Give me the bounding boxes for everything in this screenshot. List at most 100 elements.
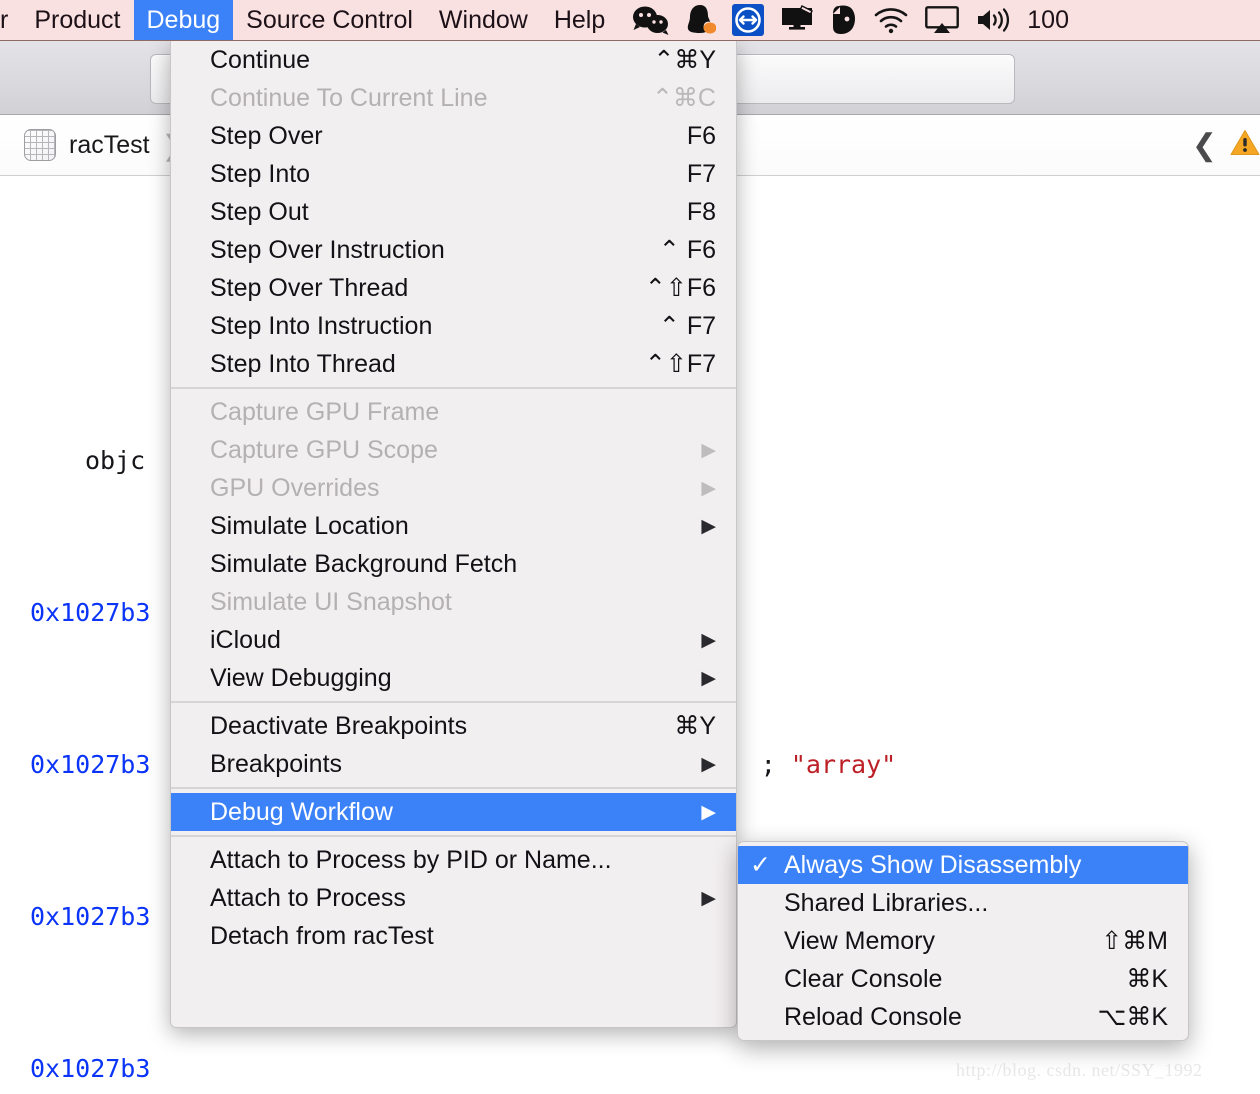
menu-item-label: Clear Console: [784, 964, 943, 993]
menu-separator: [171, 701, 736, 703]
menu-separator: [171, 835, 736, 837]
code-address: 0x1027b3: [30, 598, 151, 627]
macos-menu-bar[interactable]: r Product Debug Source Control Window He…: [0, 0, 1260, 41]
menu-item-shortcut: ⌃ F7: [658, 312, 716, 340]
menu-item-label: iCloud: [210, 625, 281, 654]
evernote-icon[interactable]: [830, 0, 857, 40]
warning-triangle-icon[interactable]: [1230, 129, 1260, 161]
qq-icon[interactable]: [686, 0, 717, 40]
menu-item-view-debugging[interactable]: View Debugging ▶: [171, 659, 736, 697]
menu-item-shortcut: F6: [686, 121, 716, 150]
menu-item-label: GPU Overrides: [210, 473, 380, 502]
submenu-item-clear-console[interactable]: Clear Console ⌘K: [738, 960, 1188, 998]
menu-item-shortcut: ⌘K: [1126, 965, 1168, 993]
menu-item-label: Attach to Process by PID or Name...: [210, 845, 612, 874]
menu-separator: [171, 387, 736, 389]
volume-icon[interactable]: [975, 0, 1013, 40]
chevron-right-icon: ▶: [701, 753, 716, 775]
menu-item-icloud[interactable]: iCloud ▶: [171, 621, 736, 659]
menu-item-label: Always Show Disassembly: [784, 850, 1082, 879]
menu-item-simulate-background-fetch[interactable]: Simulate Background Fetch: [171, 545, 736, 583]
menu-item-simulate-ui-snapshot: Simulate UI Snapshot: [171, 583, 736, 621]
menu-item-step-into[interactable]: Step Into F7: [171, 155, 736, 193]
code-comment: ;: [760, 750, 791, 779]
menu-item-label: Deactivate Breakpoints: [210, 711, 468, 740]
battery-percent-label[interactable]: 100: [1027, 6, 1069, 35]
menu-item-label: Simulate Location: [210, 511, 409, 540]
menu-item-label: View Memory: [784, 926, 935, 955]
menu-item-deactivate-breakpoints[interactable]: Deactivate Breakpoints ⌘Y: [171, 707, 736, 745]
menu-item-label: Reload Console: [784, 1002, 962, 1031]
menu-item-attach-to-process[interactable]: Attach to Process ▶: [171, 879, 736, 917]
teamviewer-icon[interactable]: [732, 0, 765, 40]
debug-workflow-submenu[interactable]: ✓ Always Show Disassembly Shared Librari…: [737, 841, 1189, 1041]
menu-item-label: Capture GPU Scope: [210, 435, 438, 464]
menu-item-gpu-overrides: GPU Overrides ▶: [171, 469, 736, 507]
menu-item-shortcut: F7: [686, 159, 716, 188]
menu-bar-item-debug[interactable]: Debug: [133, 0, 234, 40]
submenu-item-view-memory[interactable]: View Memory ⇧⌘M: [738, 922, 1188, 960]
menu-bar-item-help[interactable]: Help: [541, 0, 618, 40]
menu-item-detach-from-process[interactable]: Detach from racTest: [171, 917, 736, 955]
menu-item-label: Shared Libraries...: [784, 888, 989, 917]
menu-item-label: View Debugging: [210, 663, 392, 692]
menu-item-label: Capture GPU Frame: [210, 397, 440, 426]
menu-item-step-into-thread[interactable]: Step Into Thread ⌃⇧F7: [171, 345, 736, 383]
menu-item-shortcut: ⌃ F6: [658, 236, 716, 264]
menu-item-debug-workflow[interactable]: Debug Workflow ▶: [171, 793, 736, 831]
debug-menu-dropdown[interactable]: Continue ⌃⌘Y Continue To Current Line ⌃⌘…: [170, 41, 737, 1028]
menu-item-attach-to-process-by-pid[interactable]: Attach to Process by PID or Name...: [171, 841, 736, 879]
submenu-item-reload-console[interactable]: Reload Console ⌥⌘K: [738, 998, 1188, 1036]
menu-item-simulate-location[interactable]: Simulate Location ▶: [171, 507, 736, 545]
wechat-icon[interactable]: [632, 0, 670, 40]
project-grid-icon: [24, 129, 56, 161]
submenu-item-always-show-disassembly[interactable]: ✓ Always Show Disassembly: [738, 846, 1188, 884]
code-address: 0x1027b3: [30, 902, 151, 931]
menu-item-step-over[interactable]: Step Over F6: [171, 117, 736, 155]
menu-item-shortcut: F8: [686, 197, 716, 226]
menu-bar-item-truncated[interactable]: r: [0, 0, 21, 40]
menu-item-continue[interactable]: Continue ⌃⌘Y: [171, 41, 736, 79]
menu-item-label: Step Into: [210, 159, 311, 188]
menu-item-shortcut: ⌃⇧F6: [644, 274, 716, 302]
menu-item-label: Step Over Instruction: [210, 235, 445, 264]
checkmark-icon: ✓: [750, 851, 771, 879]
menu-item-shortcut: ⌃⌘C: [651, 84, 716, 112]
screen-capture-icon[interactable]: [780, 0, 814, 40]
menu-item-step-out[interactable]: Step Out F8: [171, 193, 736, 231]
code-string: "array": [790, 750, 897, 779]
chevron-right-icon: ▶: [701, 801, 716, 823]
menu-item-shortcut: ⌥⌘K: [1097, 1003, 1168, 1031]
chevron-right-icon: ▶: [701, 515, 716, 537]
menu-item-label: Step Over Thread: [210, 273, 409, 302]
chevron-right-icon: ▶: [701, 629, 716, 651]
chevron-right-icon: ▶: [701, 667, 716, 689]
wifi-icon[interactable]: [873, 0, 909, 40]
menu-item-label: Step Into Instruction: [210, 311, 433, 340]
menu-item-step-over-instruction[interactable]: Step Over Instruction ⌃ F6: [171, 231, 736, 269]
menu-bar-item-product[interactable]: Product: [21, 0, 133, 40]
menu-item-label: Step Into Thread: [210, 349, 396, 378]
menu-item-label: Continue: [210, 45, 311, 74]
menu-item-capture-gpu-frame: Capture GPU Frame: [171, 393, 736, 431]
menu-bar-item-source-control[interactable]: Source Control: [233, 0, 426, 40]
menu-item-label: Step Over: [210, 121, 323, 150]
menu-item-continue-to-current-line: Continue To Current Line ⌃⌘C: [171, 79, 736, 117]
menu-item-label: Simulate UI Snapshot: [210, 587, 452, 616]
chevron-right-icon: ▶: [701, 439, 716, 461]
menu-item-shortcut: ⌃⇧F7: [644, 350, 716, 378]
menu-item-shortcut: ⌃⌘Y: [653, 46, 716, 74]
menu-item-step-into-instruction[interactable]: Step Into Instruction ⌃ F7: [171, 307, 736, 345]
back-chevron-icon[interactable]: ❮: [1192, 128, 1217, 163]
menu-item-capture-gpu-scope: Capture GPU Scope ▶: [171, 431, 736, 469]
code-address: 0x1027b3: [30, 1054, 151, 1083]
menu-item-step-over-thread[interactable]: Step Over Thread ⌃⇧F6: [171, 269, 736, 307]
airplay-icon[interactable]: [925, 0, 960, 40]
submenu-item-shared-libraries[interactable]: Shared Libraries...: [738, 884, 1188, 922]
menu-bar-item-window[interactable]: Window: [426, 0, 541, 40]
breadcrumb-project-label[interactable]: racTest: [69, 131, 150, 160]
menu-item-shortcut: ⇧⌘M: [1101, 927, 1168, 955]
menu-item-label: Attach to Process: [210, 883, 406, 912]
menu-item-breakpoints[interactable]: Breakpoints ▶: [171, 745, 736, 783]
watermark-text: http://blog. csdn. net/SSY_1992: [956, 1060, 1203, 1080]
